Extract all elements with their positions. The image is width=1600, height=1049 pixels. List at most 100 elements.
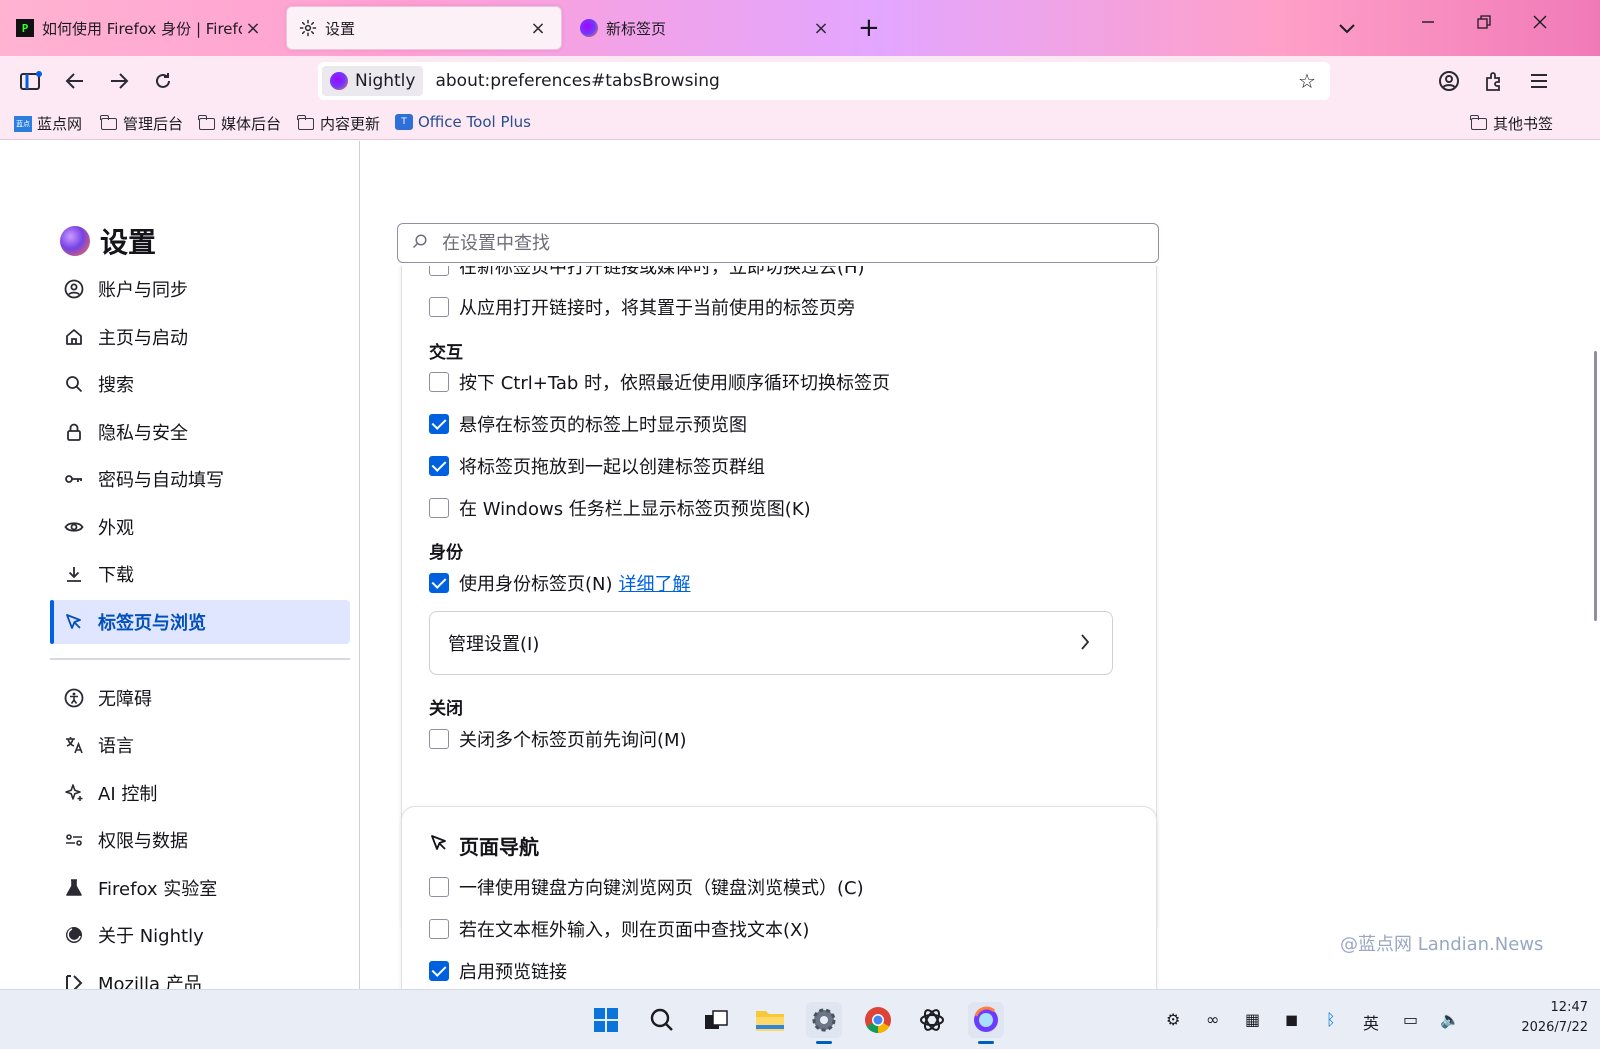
heading-interaction: 交互 <box>429 343 463 363</box>
sidebar-toggle-icon[interactable] <box>18 68 44 94</box>
back-icon[interactable] <box>62 68 88 94</box>
forward-icon[interactable] <box>106 68 132 94</box>
sidebar-item-about-nightly[interactable]: 关于 Nightly <box>50 913 350 957</box>
reload-icon[interactable] <box>150 68 176 94</box>
sidebar-item-home[interactable]: 主页与启动 <box>50 315 350 359</box>
lock-icon <box>62 420 86 444</box>
bookmark-folder-media[interactable]: 媒体后台 <box>198 113 281 134</box>
new-tab-plus-icon[interactable]: + <box>858 14 880 42</box>
bookmark-folder-admin[interactable]: 管理后台 <box>100 113 183 134</box>
bookmark-office-tool-plus[interactable]: T Office Tool Plus <box>395 113 531 131</box>
tray-palette-icon[interactable]: ▦ <box>1245 1010 1260 1029</box>
sidebar-item-label: 主页与启动 <box>98 327 188 349</box>
bookmark-other-folder[interactable]: 其他书签 <box>1470 113 1553 134</box>
option-hover-preview[interactable]: 悬停在标签页的标签上时显示预览图 <box>429 411 747 437</box>
chatgpt-icon[interactable] <box>914 1002 950 1038</box>
tray-app-icon[interactable]: ∞ <box>1206 1010 1219 1029</box>
chrome-icon[interactable] <box>860 1002 896 1038</box>
option-label: 将标签页拖放到一起以创建标签页群组 <box>459 457 765 478</box>
firefox-nightly-taskbar-icon[interactable] <box>968 1002 1004 1044</box>
sidebar-item-permissions[interactable]: 权限与数据 <box>50 818 350 862</box>
manage-identity-settings-button[interactable]: 管理设置(I) <box>429 611 1113 675</box>
checkbox-drag-to-group[interactable] <box>429 456 449 476</box>
close-tab-icon[interactable]: × <box>810 18 832 39</box>
settings-search-box[interactable] <box>397 223 1159 263</box>
tray-chatgpt-icon[interactable]: ⚙ <box>1166 1010 1180 1029</box>
sidebar-item-language[interactable]: 语言 <box>50 723 350 767</box>
checkbox-find-as-you-type[interactable] <box>429 919 449 939</box>
close-window-icon[interactable] <box>1532 14 1548 35</box>
flask-icon <box>62 876 86 900</box>
sidebar-item-privacy[interactable]: 隐私与安全 <box>50 410 350 454</box>
sidebar-item-account-sync[interactable]: 账户与同步 <box>50 267 350 311</box>
option-caret-browsing[interactable]: 一律使用键盘方向键浏览网页（键盘浏览模式）(C) <box>429 874 864 900</box>
extensions-icon[interactable] <box>1481 68 1507 94</box>
tray-app2-icon[interactable]: ◼ <box>1285 1010 1298 1029</box>
sidebar-item-appearance[interactable]: 外观 <box>50 505 350 549</box>
sidebar-item-passwords[interactable]: 密码与自动填写 <box>50 457 350 501</box>
bookmark-landian[interactable]: 蓝点 蓝点网 <box>14 113 82 134</box>
checkbox-ctrl-tab[interactable] <box>429 372 449 392</box>
bluetooth-icon[interactable]: ᛒ <box>1326 1010 1336 1029</box>
sidebar-item-search[interactable]: 搜索 <box>50 362 350 406</box>
restore-icon[interactable] <box>1476 14 1492 35</box>
option-find-as-you-type[interactable]: 若在文本框外输入，则在页面中查找文本(X) <box>429 916 809 942</box>
input-language[interactable]: 英 <box>1363 1010 1379 1034</box>
bookmark-folder-content[interactable]: 内容更新 <box>297 113 380 134</box>
chevron-down-icon[interactable] <box>1338 16 1356 40</box>
scrollbar-thumb[interactable] <box>1594 351 1597 621</box>
option-confirm-close-multiple[interactable]: 关闭多个标签页前先询问(M) <box>429 726 687 752</box>
network-icon[interactable]: ▭ <box>1403 1010 1418 1029</box>
sidebar-item-tabs-browsing[interactable]: 标签页与浏览 <box>50 599 350 644</box>
tab-new-tab[interactable]: 新标签页 × <box>568 6 844 50</box>
sidebar-item-ai-controls[interactable]: AI 控制 <box>50 771 350 815</box>
menu-icon[interactable] <box>1526 68 1552 94</box>
address-bar[interactable]: Nightly about:preferences#tabsBrowsing ☆ <box>318 62 1330 100</box>
sidebar-item-downloads[interactable]: 下载 <box>50 552 350 596</box>
gear-icon <box>299 19 317 37</box>
file-explorer-icon[interactable] <box>752 1002 788 1038</box>
option-ctrl-tab[interactable]: 按下 Ctrl+Tab 时，依照最近使用顺序循环切换标签页 <box>429 369 890 395</box>
nightly-icon <box>330 72 348 90</box>
task-view-icon[interactable] <box>698 1002 734 1038</box>
minimize-icon[interactable] <box>1420 14 1436 35</box>
option-drag-to-group[interactable]: 将标签页拖放到一起以创建标签页群组 <box>429 453 765 479</box>
option-preload-links[interactable]: 启用预览链接 <box>429 958 567 984</box>
clock[interactable]: 12:47 2026/7/22 <box>1504 998 1588 1038</box>
option-open-next-to-current[interactable]: 从应用打开链接时，将其置于当前使用的标签页旁 <box>429 294 855 320</box>
start-menu-icon[interactable] <box>588 1002 624 1038</box>
sidebar-item-accessibility[interactable]: 无障碍 <box>50 676 350 720</box>
option-label: 一律使用键盘方向键浏览网页（键盘浏览模式）(C) <box>459 878 864 899</box>
checkbox-confirm-close-multiple[interactable] <box>429 729 449 749</box>
option-identity-tabs[interactable]: 使用身份标签页(N) 详细了解 <box>429 570 691 596</box>
checkbox-identity-tabs[interactable] <box>429 573 449 593</box>
tab-settings[interactable]: 设置 × <box>286 6 562 50</box>
account-icon <box>62 277 86 301</box>
account-icon[interactable] <box>1436 68 1462 94</box>
sidebar-item-label: AI 控制 <box>98 783 158 805</box>
settings-title: 设置 <box>100 226 157 259</box>
option-label: 启用预览链接 <box>459 962 567 983</box>
close-tab-icon[interactable]: × <box>242 18 264 39</box>
sidebar-item-firefox-labs[interactable]: Firefox 实验室 <box>50 866 350 910</box>
sidebar-item-mozilla-products[interactable]: Mozilla 产品 <box>50 961 350 989</box>
settings-app-icon[interactable] <box>806 1002 842 1044</box>
bookmark-star-icon[interactable]: ☆ <box>1292 69 1322 93</box>
checkbox-preload-links[interactable] <box>429 961 449 981</box>
close-tab-icon[interactable]: × <box>527 18 549 39</box>
checkbox-taskbar-preview[interactable] <box>429 498 449 518</box>
tab-firefox-help[interactable]: P 如何使用 Firefox 身份 | Firefox 帮助 × <box>4 6 276 50</box>
sidebar-item-label: 关于 Nightly <box>98 926 204 947</box>
checkbox-caret-browsing[interactable] <box>429 877 449 897</box>
option-taskbar-preview[interactable]: 在 Windows 任务栏上显示标签页预览图(K) <box>429 495 811 521</box>
search-input[interactable] <box>442 232 1122 254</box>
url-text[interactable]: about:preferences#tabsBrowsing <box>435 71 1292 91</box>
checkbox-hover-preview[interactable] <box>429 414 449 434</box>
nightly-icon <box>62 923 86 947</box>
volume-icon[interactable]: 🔈 <box>1440 1010 1460 1029</box>
clock-date: 2026/7/22 <box>1521 1020 1588 1035</box>
checkbox-open-next-to-current[interactable] <box>429 297 449 317</box>
identity-box[interactable]: Nightly <box>322 66 424 96</box>
taskbar-search-icon[interactable] <box>644 1002 680 1038</box>
learn-more-link[interactable]: 详细了解 <box>619 570 691 596</box>
